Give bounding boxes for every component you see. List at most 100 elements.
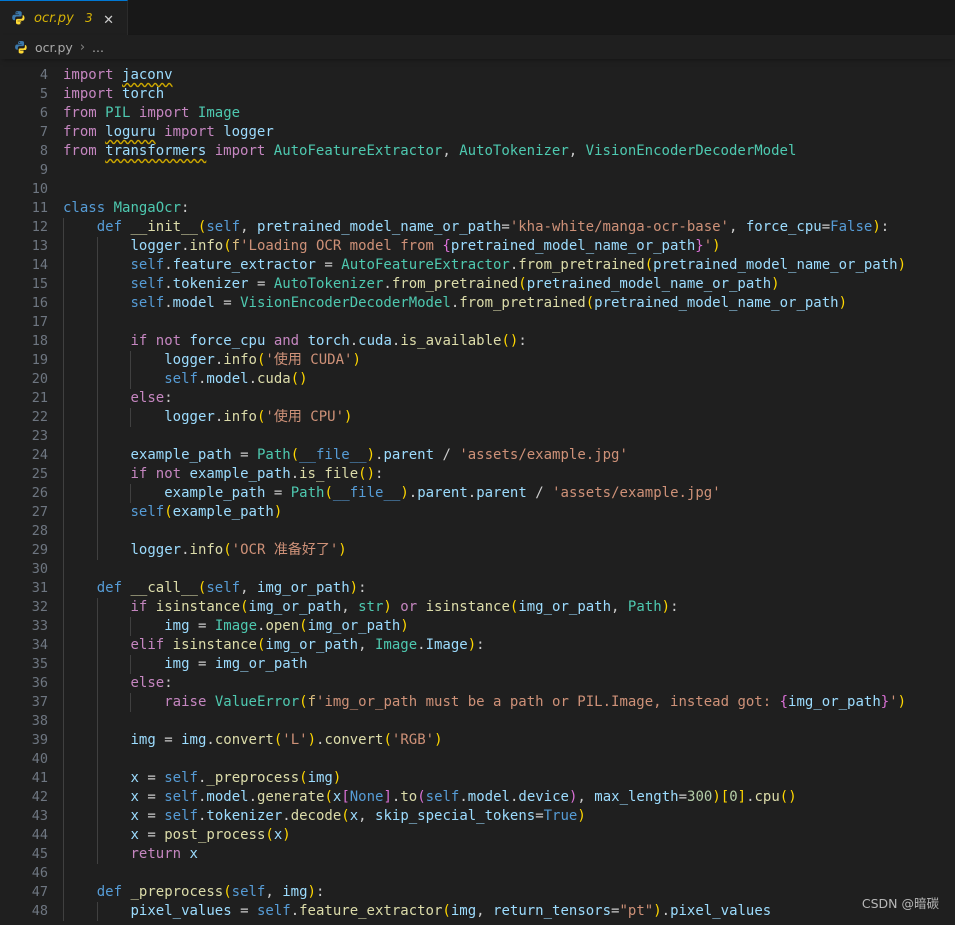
line-content: def __call__(self, img_or_path): [96, 580, 367, 596]
line-content: class MangaOcr: [63, 200, 190, 216]
line-content: self.feature_extractor = AutoFeatureExtr… [130, 257, 907, 273]
code-line[interactable]: 18 if not force_cpu and torch.cuda.is_av… [0, 332, 955, 351]
code-line[interactable]: 33 img = Image.open(img_or_path) [0, 617, 955, 636]
code-line[interactable]: 47 def _preprocess(self, img): [0, 883, 955, 902]
line-number: 7 [39, 124, 48, 140]
line-number: 18 [31, 333, 48, 349]
line-number: 45 [31, 846, 48, 862]
close-icon[interactable]: ✕ [101, 9, 117, 28]
code-line[interactable]: 21 else: [0, 389, 955, 408]
breadcrumb-symbol-label: ... [92, 39, 104, 55]
code-line[interactable]: 36 else: [0, 674, 955, 693]
code-line[interactable]: 44 x = post_process(x) [0, 826, 955, 845]
line-number: 47 [31, 884, 48, 900]
breadcrumb-item-symbol[interactable]: ... [92, 40, 104, 55]
code-content[interactable]: 4 import jaconv 5 import torch 6 from PIL imp… [0, 59, 955, 921]
line-content: x = self.model.generate(x[None].to(self.… [130, 789, 797, 805]
line-number: 14 [31, 257, 48, 273]
line-content: import jaconv [63, 67, 173, 83]
line-number: 20 [31, 371, 48, 387]
code-line[interactable]: 24 example_path = Path(__file__).parent … [0, 446, 955, 465]
code-line[interactable]: 8 from transformers import AutoFeatureExt… [0, 142, 955, 161]
line-content: self.model.cuda() [164, 371, 308, 387]
line-content: def __init__(self, pretrained_model_name… [96, 219, 890, 235]
line-number: 22 [31, 409, 48, 425]
code-line[interactable]: 6 from PIL import Image [0, 104, 955, 123]
code-line[interactable]: 31 def __call__(self, img_or_path): [0, 579, 955, 598]
code-line[interactable]: 46 [0, 864, 955, 883]
code-line[interactable]: 15 self.tokenizer = AutoTokenizer.from_p… [0, 275, 955, 294]
code-line[interactable]: 30 [0, 560, 955, 579]
code-line[interactable]: 45 return x [0, 845, 955, 864]
line-number: 5 [39, 86, 48, 102]
code-line[interactable]: 48 pixel_values = self.feature_extractor… [0, 902, 955, 921]
code-line[interactable]: 34 elif isinstance(img_or_path, Image.Im… [0, 636, 955, 655]
code-line[interactable]: 43 x = self.tokenizer.decode(x, skip_spe… [0, 807, 955, 826]
code-line[interactable]: 26 example_path = Path(__file__).parent.… [0, 484, 955, 503]
code-line[interactable]: 27 self(example_path) [0, 503, 955, 522]
code-line[interactable]: 32 if isinstance(img_or_path, str) or is… [0, 598, 955, 617]
breadcrumb-file-label: ocr.py [35, 39, 73, 55]
line-number: 32 [31, 599, 48, 615]
code-line[interactable]: 42 x = self.model.generate(x[None].to(se… [0, 788, 955, 807]
line-number: 38 [31, 713, 48, 729]
line-number: 6 [39, 105, 48, 121]
code-editor[interactable]: 4 import jaconv 5 import torch 6 from PIL imp… [0, 59, 955, 925]
code-line[interactable]: 25 if not example_path.is_file(): [0, 465, 955, 484]
line-number: 8 [39, 143, 48, 159]
code-line[interactable]: 40 [0, 750, 955, 769]
line-content: x = self.tokenizer.decode(x, skip_specia… [130, 808, 586, 824]
code-line[interactable]: 14 self.feature_extractor = AutoFeatureE… [0, 256, 955, 275]
code-line[interactable]: 38 [0, 712, 955, 731]
line-number: 13 [31, 238, 48, 254]
code-line[interactable]: 9 [0, 161, 955, 180]
line-content: img = img.convert('L').convert('RGB') [130, 732, 443, 748]
line-number: 39 [31, 732, 48, 748]
editor-tab-ocr-py[interactable]: ocr.py 3 ✕ [0, 0, 128, 35]
editor-tab-unsaved-count: 3 [84, 11, 93, 25]
line-content: logger.info('使用 CPU') [164, 409, 353, 425]
line-number: 44 [31, 827, 48, 843]
code-line[interactable]: 19 logger.info('使用 CUDA') [0, 351, 955, 370]
code-line[interactable]: 11 class MangaOcr: [0, 199, 955, 218]
line-content: example_path = Path(__file__).parent.par… [164, 485, 721, 501]
line-number: 17 [31, 314, 48, 330]
line-number: 29 [31, 542, 48, 558]
code-line[interactable]: 5 import torch [0, 85, 955, 104]
code-line[interactable]: 29 logger.info('OCR 准备好了') [0, 541, 955, 560]
line-content: raise ValueError(f'img_or_path must be a… [164, 694, 907, 710]
code-line[interactable]: 41 x = self._preprocess(img) [0, 769, 955, 788]
line-content: def _preprocess(self, img): [96, 884, 325, 900]
code-line[interactable]: 4 import jaconv [0, 66, 955, 85]
code-line[interactable]: 39 img = img.convert('L').convert('RGB') [0, 731, 955, 750]
code-line[interactable]: 28 [0, 522, 955, 541]
line-content: img = Image.open(img_or_path) [164, 618, 409, 634]
code-line[interactable]: 7 from loguru import logger [0, 123, 955, 142]
line-content: self.model = VisionEncoderDecoderModel.f… [130, 295, 848, 311]
line-number: 46 [31, 865, 48, 881]
code-line[interactable]: 17 [0, 313, 955, 332]
line-number: 23 [31, 428, 48, 444]
code-line[interactable]: 23 [0, 427, 955, 446]
code-line[interactable]: 10 [0, 180, 955, 199]
code-line[interactable]: 35 img = img_or_path [0, 655, 955, 674]
line-content: x = post_process(x) [130, 827, 291, 843]
code-line[interactable]: 16 self.model = VisionEncoderDecoderMode… [0, 294, 955, 313]
line-content: logger.info('使用 CUDA') [164, 352, 361, 368]
breadcrumb-item-file[interactable]: ocr.py [14, 40, 73, 55]
breadcrumb: ocr.py › ... [0, 35, 955, 59]
line-number: 33 [31, 618, 48, 634]
line-number: 41 [31, 770, 48, 786]
code-line[interactable]: 13 logger.info(f'Loading OCR model from … [0, 237, 955, 256]
line-number: 12 [31, 219, 48, 235]
line-content: from loguru import logger [63, 124, 274, 140]
code-line[interactable]: 22 logger.info('使用 CPU') [0, 408, 955, 427]
line-content: img = img_or_path [164, 656, 308, 672]
line-content: from PIL import Image [63, 105, 241, 121]
line-number: 26 [31, 485, 48, 501]
line-number: 42 [31, 789, 48, 805]
code-line[interactable]: 12 def __init__(self, pretrained_model_n… [0, 218, 955, 237]
code-line[interactable]: 20 self.model.cuda() [0, 370, 955, 389]
line-number: 16 [31, 295, 48, 311]
code-line[interactable]: 37 raise ValueError(f'img_or_path must b… [0, 693, 955, 712]
